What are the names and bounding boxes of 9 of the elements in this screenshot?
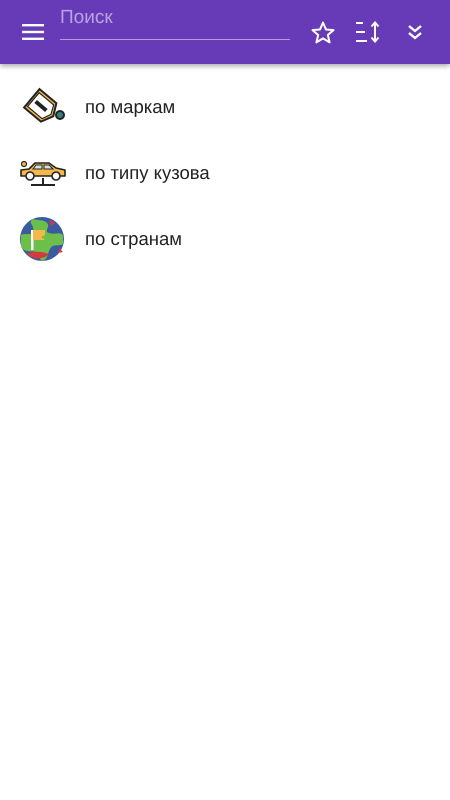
globe-flag-icon <box>19 216 65 262</box>
menu-icon <box>22 24 44 40</box>
category-item[interactable]: по маркам <box>0 74 450 140</box>
car-lift-icon <box>19 158 67 188</box>
category-item[interactable]: по странам <box>0 206 450 272</box>
category-item[interactable]: по типу кузова <box>0 140 450 206</box>
sort-icon <box>356 21 382 43</box>
double-chevron-icon <box>407 24 423 40</box>
star-icon <box>311 20 335 44</box>
